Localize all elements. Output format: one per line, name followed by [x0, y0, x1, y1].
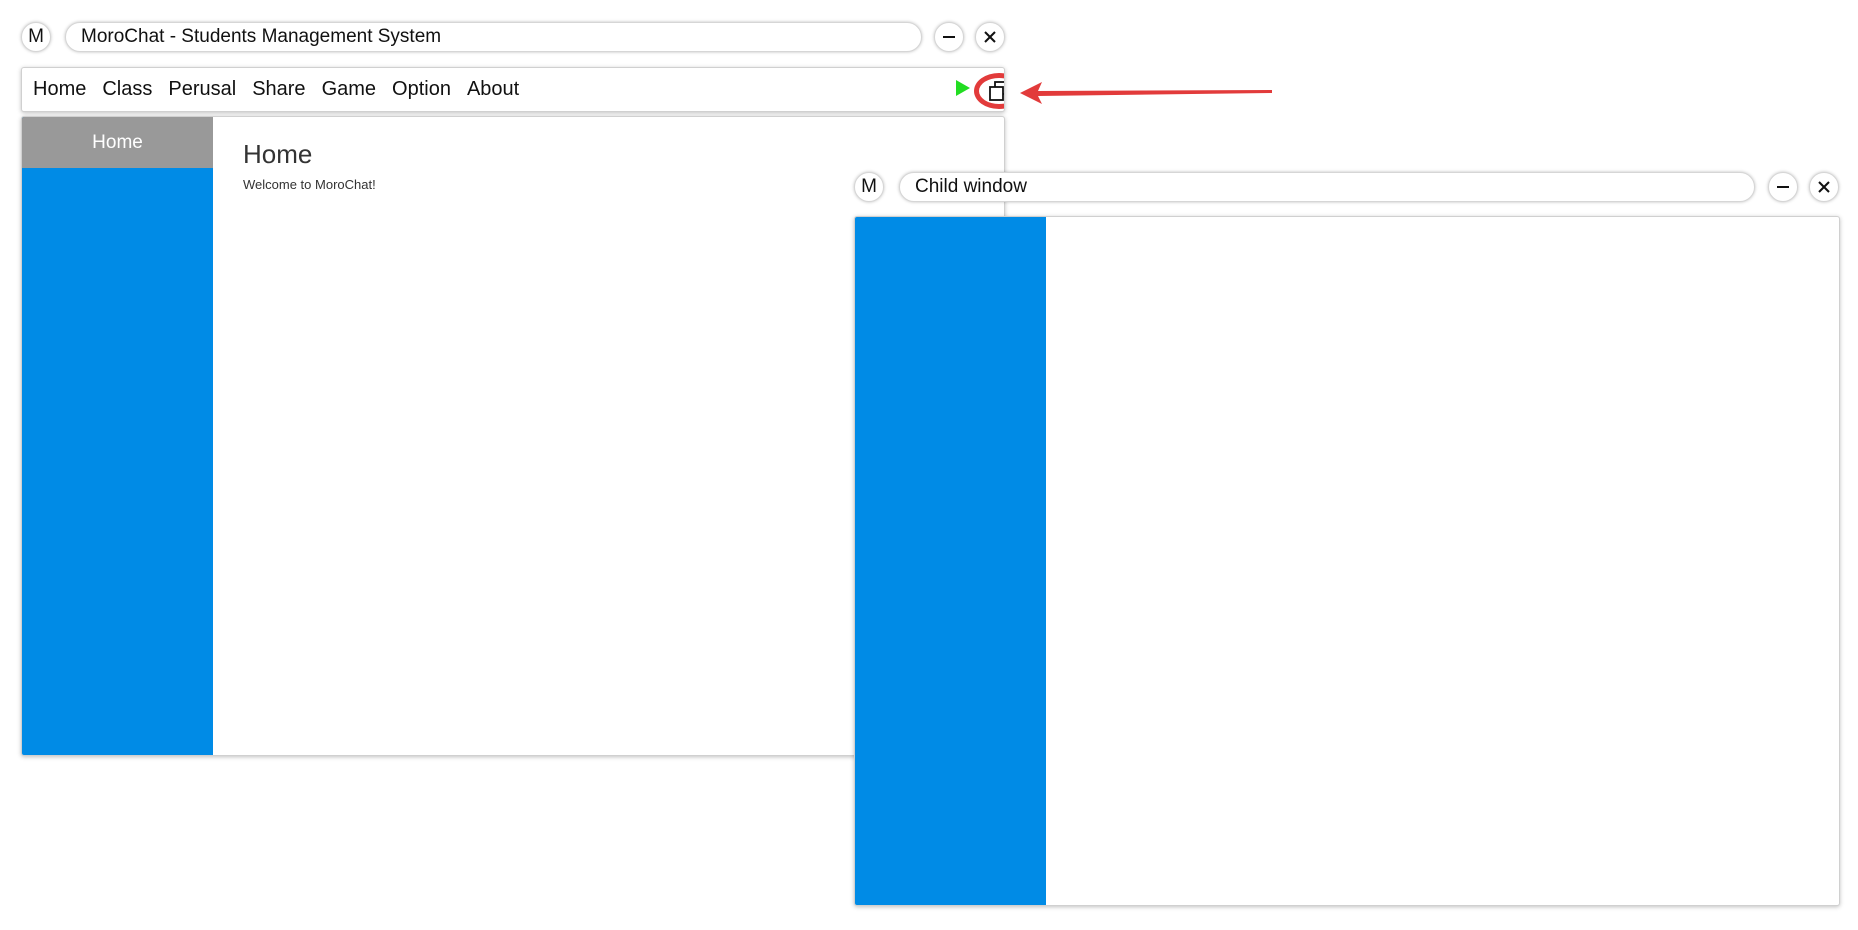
main-close-button[interactable] [975, 22, 1005, 52]
child-window-title: Child window [915, 176, 1027, 197]
main-minimize-button[interactable] [934, 22, 964, 52]
child-close-button[interactable] [1809, 172, 1839, 202]
sidebar-item-home[interactable]: Home [22, 117, 213, 168]
play-icon[interactable] [956, 80, 970, 96]
main-window-title: MoroChat - Students Management System [81, 26, 442, 47]
child-window-title-bar[interactable]: Child window [899, 172, 1755, 202]
welcome-text: Welcome to MoroChat! [243, 177, 376, 192]
child-logo-button[interactable]: M [854, 172, 884, 202]
child-window-body [854, 216, 1840, 906]
restore-window-button[interactable] [974, 73, 1004, 109]
page-title: Home [243, 139, 313, 169]
arrow-head [1020, 82, 1272, 104]
main-menu-bar: Home Class Perusal Share Game Option Abo… [21, 67, 1005, 112]
menu-class[interactable]: Class [94, 78, 160, 101]
main-sidebar: Home [22, 117, 213, 755]
minimize-icon [943, 36, 955, 38]
minimize-icon [1777, 186, 1789, 188]
menu-option[interactable]: Option [384, 78, 459, 101]
menu-home[interactable]: Home [22, 78, 94, 101]
menu-game[interactable]: Game [314, 78, 384, 101]
menu-about[interactable]: About [459, 78, 527, 101]
main-logo-button[interactable]: M [21, 22, 51, 52]
restore-window-icon [989, 81, 1004, 101]
menu-perusal[interactable]: Perusal [160, 78, 244, 101]
main-content: Home Welcome to MoroChat! [243, 139, 376, 192]
close-icon [984, 31, 996, 43]
menu-share[interactable]: Share [244, 78, 313, 101]
child-minimize-button[interactable] [1768, 172, 1798, 202]
child-sidebar [855, 217, 1046, 905]
annotation-arrow [1020, 82, 1272, 104]
main-window-title-bar[interactable]: MoroChat - Students Management System [65, 22, 922, 52]
close-icon [1818, 181, 1830, 193]
